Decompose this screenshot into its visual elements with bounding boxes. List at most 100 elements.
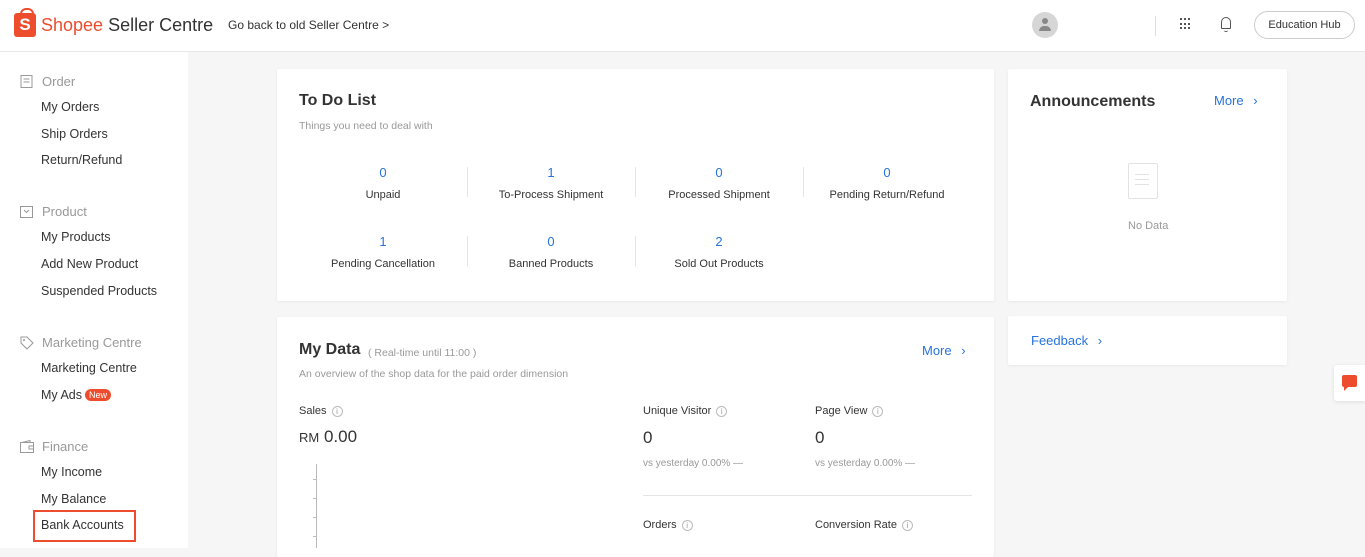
sales-amount: 0.00	[323, 427, 358, 446]
chevron-right-icon: ›	[1097, 333, 1103, 348]
todo-title: To Do List	[299, 92, 377, 109]
todo-count: 0	[547, 234, 555, 249]
currency-label: RM	[299, 430, 320, 445]
apps-grid-icon[interactable]	[1180, 18, 1192, 30]
todo-count: 1	[379, 234, 387, 249]
axis-tick	[313, 498, 317, 499]
order-icon	[20, 75, 34, 88]
info-icon[interactable]: i	[716, 406, 728, 417]
shopee-logo[interactable]: S Shopee Seller Centre	[14, 8, 214, 37]
new-badge: New	[85, 389, 112, 401]
info-icon[interactable]: i	[681, 520, 693, 531]
info-icon[interactable]: i	[872, 406, 884, 417]
axis-tick	[313, 536, 317, 537]
todo-subtitle: Things you need to deal with	[299, 120, 433, 132]
sidebar-item-label: My Ads	[41, 388, 82, 402]
feedback-label: Feedback	[1031, 333, 1089, 348]
todo-processed-shipment[interactable]: 0 Processed Shipment	[635, 165, 803, 201]
sales-label: Sales i	[299, 405, 343, 417]
todo-pending-return-refund[interactable]: 0 Pending Return/Refund	[803, 165, 971, 201]
my-data-more-link[interactable]: More ›	[922, 343, 966, 358]
announcements-more-link[interactable]: More ›	[1214, 93, 1258, 108]
todo-label: Pending Cancellation	[331, 258, 435, 270]
sidebar-group-product: Product	[20, 204, 87, 219]
sidebar-item-my-balance[interactable]: My Balance	[41, 492, 106, 506]
info-icon[interactable]: i	[901, 520, 913, 531]
bank-accounts-highlight	[33, 510, 136, 542]
metrics-divider	[643, 495, 972, 496]
unique-visitor-value: 0	[643, 428, 653, 447]
sidebar-group-label: Order	[42, 74, 76, 89]
product-icon	[20, 205, 34, 218]
page-view-value: 0	[815, 428, 825, 447]
brand-name: Shopee	[41, 14, 104, 35]
sidebar-item-my-income[interactable]: My Income	[41, 465, 102, 479]
todo-count: 0	[379, 165, 387, 180]
metric-label-text: Orders	[643, 519, 677, 531]
header-divider	[1155, 16, 1156, 36]
todo-banned-products[interactable]: 0 Banned Products	[467, 234, 635, 270]
conversion-rate-label: Conversion Rate i	[815, 519, 913, 531]
sidebar-item-suspended-products[interactable]: Suspended Products	[41, 284, 157, 298]
sidebar-group-label: Marketing Centre	[42, 335, 142, 350]
metric-label-text: Unique Visitor	[643, 405, 712, 417]
axis-tick	[313, 517, 317, 518]
sidebar-group-finance: Finance	[20, 439, 88, 454]
axis-tick	[313, 479, 317, 480]
sales-value: RM 0.00	[299, 427, 357, 447]
todo-to-process-shipment[interactable]: 1 To-Process Shipment	[467, 165, 635, 201]
top-bar: S Shopee Seller Centre Go back to old Se…	[0, 0, 1365, 52]
todo-label: Processed Shipment	[668, 189, 770, 201]
todo-count: 0	[715, 165, 723, 180]
my-data-title: My Data	[299, 341, 361, 358]
todo-count: 1	[547, 165, 555, 180]
sidebar-item-my-orders[interactable]: My Orders	[41, 100, 99, 114]
todo-label: Unpaid	[365, 189, 401, 201]
todo-pending-cancellation[interactable]: 1 Pending Cancellation	[299, 234, 467, 270]
no-data-text: No Data	[1128, 220, 1169, 232]
sidebar-group-order: Order	[20, 74, 75, 89]
todo-label: Sold Out Products	[674, 258, 764, 270]
sidebar-group-marketing-centre: Marketing Centre	[20, 335, 142, 350]
sidebar-group-label: Product	[42, 204, 87, 219]
todo-label: Pending Return/Refund	[829, 189, 945, 201]
announcements-title: Announcements	[1030, 93, 1156, 110]
sidebar-item-return-refund[interactable]: Return/Refund	[41, 153, 122, 167]
chat-icon[interactable]	[1334, 365, 1365, 401]
sidebar-item-my-products[interactable]: My Products	[41, 230, 110, 244]
marketing-tag-icon	[20, 336, 34, 350]
my-data-subtitle: An overview of the shop data for the pai…	[299, 368, 569, 380]
sidebar: Order My Orders Ship Orders Return/Refun…	[0, 52, 188, 548]
chevron-right-icon: ›	[1253, 93, 1258, 108]
sidebar-item-marketing-centre[interactable]: Marketing Centre	[41, 361, 137, 375]
back-to-old-seller-centre-link[interactable]: Go back to old Seller Centre >	[228, 18, 389, 32]
todo-unpaid[interactable]: 0 Unpaid	[299, 165, 467, 201]
todo-count: 0	[883, 165, 891, 180]
shopee-bag-icon: S	[14, 8, 36, 37]
todo-sold-out-products[interactable]: 2 Sold Out Products	[635, 234, 803, 270]
sidebar-item-add-new-product[interactable]: Add New Product	[41, 257, 138, 271]
wallet-icon	[20, 439, 34, 453]
orders-label: Orders i	[643, 519, 693, 531]
todo-label: Banned Products	[508, 258, 594, 270]
info-icon[interactable]: i	[331, 406, 343, 417]
product-name: Seller Centre	[108, 14, 214, 35]
my-data-realtime: ( Real-time until 11:00 )	[368, 347, 477, 359]
todo-count: 2	[715, 234, 723, 249]
todo-label: To-Process Shipment	[498, 189, 604, 201]
avatar[interactable]	[1032, 12, 1058, 38]
more-label: More	[1214, 93, 1244, 108]
notification-bell-icon[interactable]	[1221, 17, 1231, 32]
sidebar-group-label: Finance	[42, 439, 89, 454]
metric-label-text: Conversion Rate	[815, 519, 897, 531]
sidebar-item-ship-orders[interactable]: Ship Orders	[41, 127, 108, 141]
more-label: More	[922, 343, 952, 358]
page-view-comparison: vs yesterday 0.00% —	[815, 458, 916, 469]
education-hub-button[interactable]: Education Hub	[1254, 11, 1355, 39]
unique-visitor-comparison: vs yesterday 0.00% —	[643, 458, 744, 469]
feedback-link[interactable]: Feedback ›	[1031, 333, 1102, 348]
chevron-right-icon: ›	[961, 343, 966, 358]
sidebar-item-my-ads[interactable]: My Ads New	[41, 388, 112, 402]
page-view-label: Page View i	[815, 405, 884, 417]
unique-visitor-label: Unique Visitor i	[643, 405, 728, 417]
